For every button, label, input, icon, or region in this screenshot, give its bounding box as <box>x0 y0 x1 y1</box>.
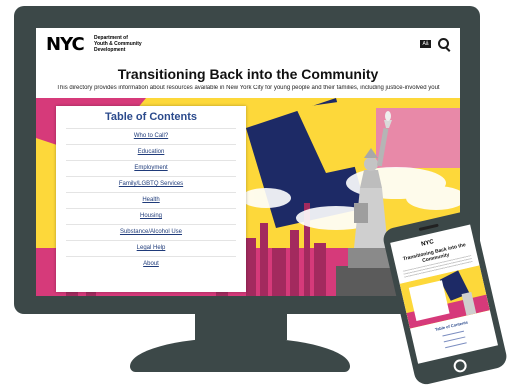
toc-title: Table of Contents <box>104 111 198 123</box>
page-intro: This directory provides information abou… <box>56 85 440 91</box>
mobile-toc-link[interactable] <box>443 336 466 343</box>
agency-name[interactable]: Department of Youth & Community Developm… <box>94 35 164 53</box>
translate-icon[interactable]: Aå <box>420 40 431 48</box>
mobile-phone: NYC Transitioning Back into the Communit… <box>381 209 509 387</box>
toc-link-substance-alcohol-use[interactable]: Substance/Alcohol Use <box>66 224 236 240</box>
monitor-stand-base <box>130 338 350 372</box>
toc-link-employment[interactable]: Employment <box>66 160 236 176</box>
toc-link-who-to-call[interactable]: Who to Call? <box>66 128 236 144</box>
search-icon[interactable] <box>438 38 449 49</box>
toc-link-legal-help[interactable]: Legal Help <box>66 240 236 256</box>
phone-screen: NYC Transitioning Back into the Communit… <box>390 224 498 364</box>
toc-link-health[interactable]: Health <box>66 192 236 208</box>
phone-speaker <box>418 223 439 232</box>
toc-link-housing[interactable]: Housing <box>66 208 236 224</box>
mobile-toc-link[interactable] <box>445 342 467 349</box>
site-header: NYC Department of Youth & Community Deve… <box>36 28 460 62</box>
toc-link-about[interactable]: About <box>66 256 236 272</box>
mobile-toc-link[interactable] <box>442 330 465 337</box>
phone-home-button[interactable] <box>452 358 468 374</box>
page-title: Transitioning Back into the Community <box>117 66 379 82</box>
monitor-stand-neck <box>195 314 287 340</box>
toc-link-family-lgbtq-services[interactable]: Family/LGBTQ Services <box>66 176 236 192</box>
toc-link-education[interactable]: Education <box>66 144 236 160</box>
nyc-logo[interactable]: NYC <box>46 35 85 55</box>
agency-line-3: Development <box>94 47 126 53</box>
mobile-nyc-logo[interactable]: NYC <box>421 239 435 248</box>
table-of-contents: Table of Contents Who to Call? Education… <box>56 106 246 292</box>
